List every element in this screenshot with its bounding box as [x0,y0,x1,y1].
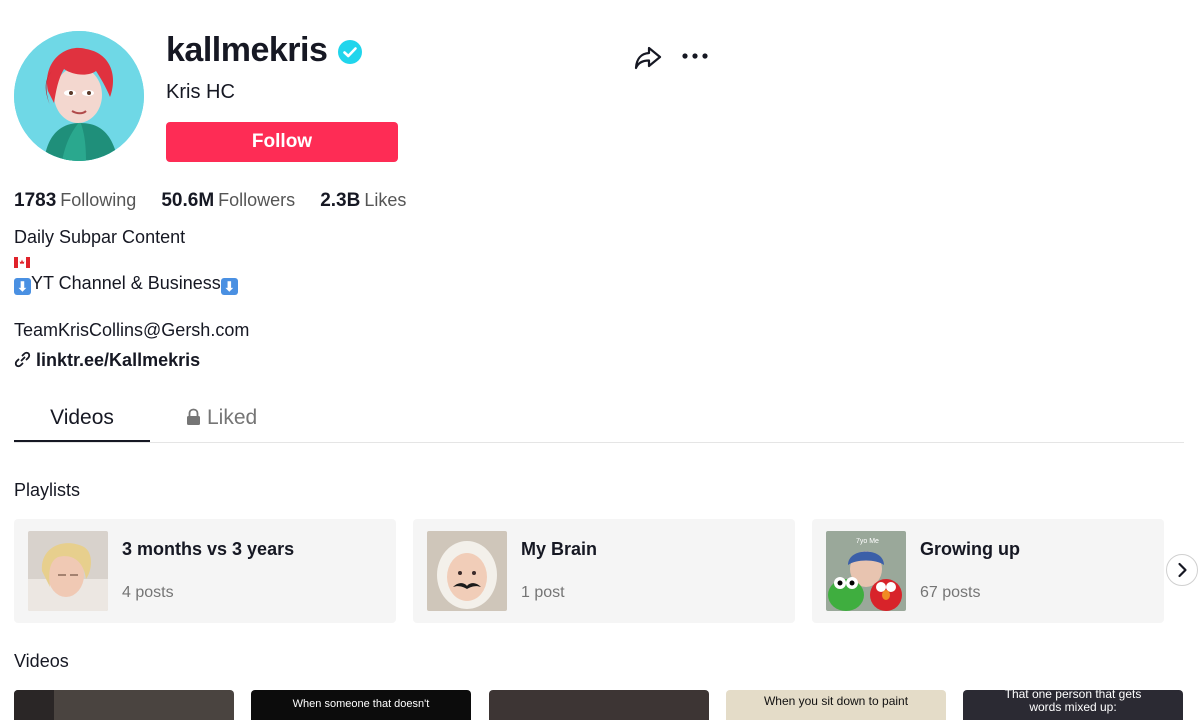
stat-label: Likes [364,190,407,210]
stat-value: 1783 [14,190,57,211]
videos-heading: Videos [14,651,69,671]
video-thumbnail[interactable]: When you sit down to paint [726,690,946,720]
stat-value: 50.6M [161,190,215,211]
video-caption: When you sit down to paint [763,694,909,708]
bio-email: TeamKrisCollins@Gersh.com [14,320,250,340]
down-arrow-icon: ⬇ [14,278,31,295]
playlist-count: 67 posts [920,584,981,601]
bio-text: YT Channel & Business [31,273,221,293]
playlist-card[interactable]: 3 months vs 3 years 4 posts [14,519,396,623]
chevron-right-icon [1178,562,1187,578]
playlist-thumbnail [28,531,108,611]
username: kallmekris [166,31,328,69]
lock-icon [187,408,200,425]
tabs-divider [14,442,1184,443]
video-thumbnail[interactable]: When someone that doesn't [251,690,471,720]
avatar[interactable] [14,31,144,161]
verified-badge-icon [338,40,362,64]
video-caption: That one person that gets words mixed up… [1004,690,1142,714]
profile-link-text: linktr.ee/Kallmekris [36,350,201,370]
playlist-count: 1 post [521,584,565,601]
nickname: Kris HC [166,81,235,103]
more-icon[interactable] [680,42,710,70]
playlist-title: 3 months vs 3 years [122,539,295,559]
playlists-heading: Playlists [14,480,81,500]
link-icon [14,351,31,368]
stat-likes: 2.3B Likes [320,190,407,211]
stat-following[interactable]: 1783 Following [14,190,137,211]
playlist-card[interactable]: My Brain 1 post [413,519,795,623]
video-caption: When someone that doesn't [292,698,430,710]
avatar-illustration [14,31,144,161]
stat-label: Following [60,190,137,210]
video-thumbnail[interactable] [14,690,234,720]
video-thumbnail[interactable] [489,690,709,720]
video-thumbnail-shade [14,690,54,720]
playlist-title: Growing up [920,539,1020,559]
thumbnail-caption: 7yo Me [856,538,879,545]
stat-followers[interactable]: 50.6M Followers [161,190,296,211]
playlist-thumbnail: 7yo Me [826,531,906,611]
tab-liked[interactable]: Liked [186,404,276,442]
canada-flag-icon [14,250,30,272]
stat-value: 2.3B [320,190,361,211]
profile-stats: 1783 Following 50.6M Followers 2.3B Likes [14,188,426,213]
stat-label: Followers [218,190,296,210]
tab-videos[interactable]: Videos [14,404,150,442]
video-thumbnail[interactable]: That one person that gets words mixed up… [963,690,1183,720]
playlist-title: My Brain [521,539,598,559]
tab-liked-label: Liked [207,406,258,429]
share-icon[interactable] [632,42,664,72]
playlist-thumbnail [427,531,507,611]
playlist-card[interactable]: 7yo Me Growing up 67 posts [812,519,1164,623]
follow-button[interactable]: Follow [166,122,398,162]
bio-line: ⬇ YT Channel & Business ⬇ [14,272,238,295]
bio-line: Daily Subpar Content [14,227,186,247]
profile-link[interactable]: linktr.ee/Kallmekris [14,349,200,371]
down-arrow-icon: ⬇ [220,278,238,295]
playlists-next-button[interactable] [1166,554,1198,586]
playlist-count: 4 posts [122,584,174,601]
